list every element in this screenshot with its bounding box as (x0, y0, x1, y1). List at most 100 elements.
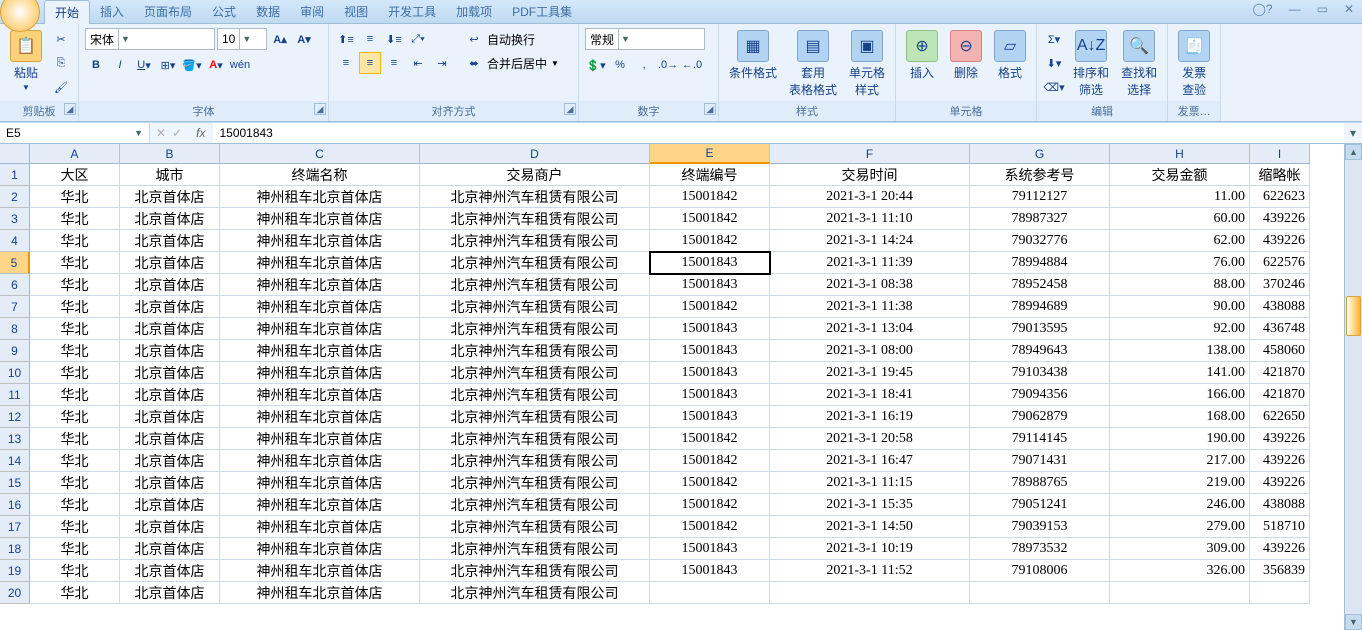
cell[interactable]: 北京首体店 (120, 428, 220, 450)
cell[interactable]: 78952458 (970, 274, 1110, 296)
cell[interactable]: 神州租车北京首体店 (220, 428, 420, 450)
cell[interactable]: 438088 (1250, 494, 1310, 516)
cell[interactable]: 439226 (1250, 428, 1310, 450)
table-style-button[interactable]: ▤套用 表格格式 (785, 28, 841, 100)
expand-formula-icon[interactable]: ▾ (1344, 126, 1362, 140)
cell[interactable]: 北京首体店 (120, 582, 220, 604)
cell[interactable]: 439226 (1250, 208, 1310, 230)
header-cell[interactable]: 城市 (120, 164, 220, 186)
cell[interactable]: 神州租车北京首体店 (220, 494, 420, 516)
cell[interactable]: 436748 (1250, 318, 1310, 340)
clear-button[interactable]: ⌫▾ (1043, 76, 1065, 98)
cell[interactable]: 439226 (1250, 538, 1310, 560)
shrink-font-button[interactable]: A▾ (293, 28, 315, 50)
cell[interactable]: 15001842 (650, 186, 770, 208)
number-launcher[interactable]: ◢ (704, 103, 716, 115)
align-launcher[interactable]: ◢ (564, 103, 576, 115)
cell[interactable]: 79062879 (970, 406, 1110, 428)
cell[interactable]: 北京神州汽车租赁有限公司 (420, 582, 650, 604)
cell[interactable]: 北京首体店 (120, 494, 220, 516)
number-format-combo[interactable]: 常规▼ (585, 28, 705, 50)
cell[interactable]: 15001843 (650, 318, 770, 340)
cell[interactable]: 2021-3-1 15:35 (770, 494, 970, 516)
scroll-down-icon[interactable]: ▼ (1345, 614, 1362, 630)
header-cell[interactable]: 终端名称 (220, 164, 420, 186)
align-left-button[interactable]: ≡ (335, 52, 357, 74)
name-box[interactable]: ▼ (0, 123, 150, 143)
cell[interactable]: 15001843 (650, 560, 770, 582)
fill-color-button[interactable]: 🪣▾ (181, 54, 203, 76)
chevron-down-icon[interactable]: ▼ (618, 29, 632, 49)
cell[interactable]: 15001843 (650, 340, 770, 362)
cell[interactable]: 15001842 (650, 516, 770, 538)
cell[interactable]: 2021-3-1 14:50 (770, 516, 970, 538)
copy-button[interactable]: ⎘ (50, 52, 72, 74)
scroll-track[interactable] (1345, 160, 1362, 614)
header-cell[interactable]: 系统参考号 (970, 164, 1110, 186)
cell[interactable]: 神州租车北京首体店 (220, 230, 420, 252)
formula-input-wrap[interactable] (213, 123, 1344, 143)
col-header-H[interactable]: H (1110, 144, 1250, 164)
cell[interactable]: 439226 (1250, 472, 1310, 494)
cell[interactable]: 神州租车北京首体店 (220, 560, 420, 582)
cell[interactable]: 138.00 (1110, 340, 1250, 362)
cell[interactable]: 北京神州汽车租赁有限公司 (420, 318, 650, 340)
paste-button[interactable]: 📋 粘贴 ▼ (6, 28, 46, 94)
dec-decimal-button[interactable]: ←.0 (681, 54, 703, 76)
tab-7[interactable]: 开发工具 (378, 0, 446, 24)
cell[interactable]: 北京神州汽车租赁有限公司 (420, 252, 650, 274)
tab-4[interactable]: 数据 (246, 0, 290, 24)
header-cell[interactable]: 交易时间 (770, 164, 970, 186)
cell[interactable]: 北京神州汽车租赁有限公司 (420, 538, 650, 560)
tab-5[interactable]: 审阅 (290, 0, 334, 24)
row-header-5[interactable]: 5 (0, 252, 30, 274)
italic-button[interactable]: I (109, 54, 131, 76)
cell[interactable]: 79108006 (970, 560, 1110, 582)
cell[interactable]: 北京神州汽车租赁有限公司 (420, 560, 650, 582)
grid[interactable]: 大区城市终端名称交易商户终端编号交易时间系统参考号交易金额缩略帐华北北京首体店神… (30, 164, 1310, 630)
cell[interactable]: 华北 (30, 252, 120, 274)
cell[interactable]: 15001843 (650, 384, 770, 406)
autosum-button[interactable]: Σ▾ (1043, 28, 1065, 50)
cell[interactable]: 北京首体店 (120, 296, 220, 318)
cell[interactable]: 北京神州汽车租赁有限公司 (420, 208, 650, 230)
row-header-3[interactable]: 3 (0, 208, 30, 230)
header-cell[interactable]: 大区 (30, 164, 120, 186)
row-header-11[interactable]: 11 (0, 384, 30, 406)
cell-style-button[interactable]: ▣单元格 样式 (845, 28, 889, 100)
cell[interactable]: 78987327 (970, 208, 1110, 230)
scroll-up-icon[interactable]: ▲ (1345, 144, 1362, 160)
cell[interactable]: 北京首体店 (120, 362, 220, 384)
cell[interactable]: 15001843 (650, 406, 770, 428)
conditional-format-button[interactable]: ▦条件格式 (725, 28, 781, 83)
close-icon[interactable]: ✕ (1340, 2, 1358, 16)
name-box-input[interactable] (6, 126, 96, 140)
fill-button[interactable]: ⬇▾ (1043, 52, 1065, 74)
cell[interactable]: 79114145 (970, 428, 1110, 450)
indent-dec-button[interactable]: ⇤ (407, 52, 429, 74)
cell[interactable]: 326.00 (1110, 560, 1250, 582)
cell[interactable]: 神州租车北京首体店 (220, 274, 420, 296)
cell[interactable]: 2021-3-1 16:19 (770, 406, 970, 428)
tab-6[interactable]: 视图 (334, 0, 378, 24)
cell[interactable]: 168.00 (1110, 406, 1250, 428)
cell[interactable]: 15001842 (650, 208, 770, 230)
cell[interactable]: 华北 (30, 362, 120, 384)
cell[interactable]: 神州租车北京首体店 (220, 582, 420, 604)
cell[interactable]: 神州租车北京首体店 (220, 252, 420, 274)
clipboard-launcher[interactable]: ◢ (64, 103, 76, 115)
inc-decimal-button[interactable]: .0→ (657, 54, 679, 76)
wrap-text-button[interactable]: ↩自动换行 (463, 28, 559, 50)
cell[interactable]: 华北 (30, 340, 120, 362)
tab-2[interactable]: 页面布局 (134, 0, 202, 24)
cell[interactable]: 华北 (30, 318, 120, 340)
cell[interactable]: 60.00 (1110, 208, 1250, 230)
scroll-thumb[interactable] (1346, 296, 1361, 336)
cell[interactable]: 309.00 (1110, 538, 1250, 560)
cell[interactable]: 88.00 (1110, 274, 1250, 296)
tab-8[interactable]: 加载项 (446, 0, 502, 24)
underline-button[interactable]: U▾ (133, 54, 155, 76)
cell[interactable]: 79013595 (970, 318, 1110, 340)
cell[interactable]: 370246 (1250, 274, 1310, 296)
col-header-E[interactable]: E (650, 144, 770, 164)
